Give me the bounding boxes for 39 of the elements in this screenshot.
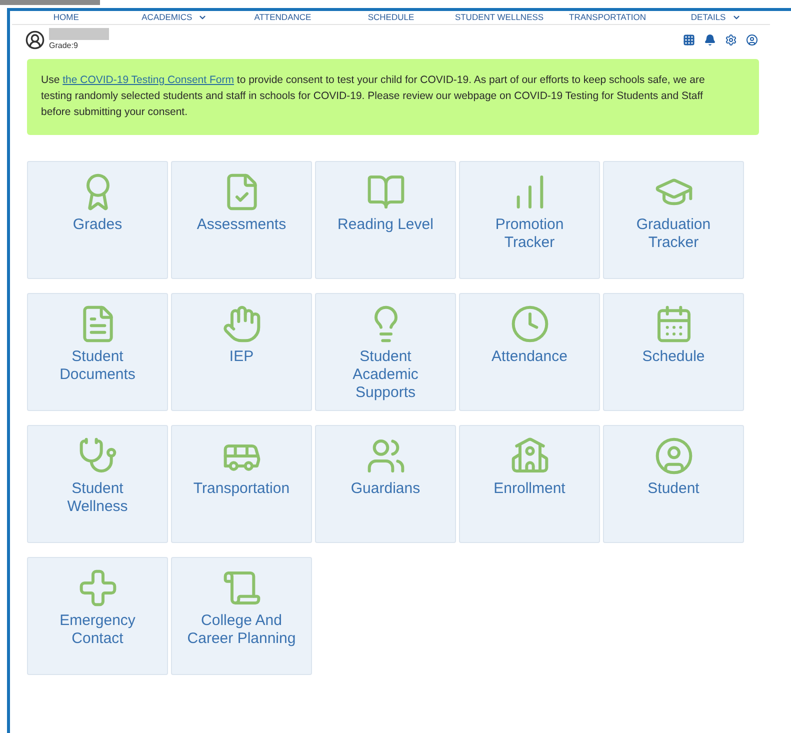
dashboard-tile[interactable]: Student Wellness <box>27 425 168 543</box>
nav-link[interactable]: STUDENT WELLNESS <box>454 11 544 24</box>
dashboard-tile[interactable]: Student Documents <box>27 293 168 411</box>
user-circle-icon <box>654 436 694 476</box>
nav-link[interactable]: TRANSPORTATION <box>569 11 646 24</box>
notice-text: Use the COVID-19 Testing Consent Form to provide consent to test your child for COVID-19. As part of our efforts to keep schools safe, we are testing randomly selected students and staff in schools for COVID-19. Please review our webpage on COVID-19 Testing for Students and Staff before submitting your consent. <box>41 73 706 120</box>
nav-dropdown[interactable]: DETAILS <box>690 11 741 24</box>
dashboard-tile[interactable]: Guardians <box>315 425 456 543</box>
dashboard-tile[interactable]: IEP <box>171 293 312 411</box>
dashboard-tile[interactable]: Transportation <box>171 425 312 543</box>
clock-icon <box>510 304 550 344</box>
caret-icon <box>732 13 741 22</box>
dashboard-tile[interactable]: Promotion Tracker <box>459 161 600 279</box>
dashboard-tile[interactable]: Student Academic Supports <box>315 293 456 411</box>
dashboard-tile[interactable]: Assessments <box>171 161 312 279</box>
dashboard-tile[interactable]: Schedule <box>603 293 744 411</box>
hand-icon <box>222 304 262 344</box>
dashboard-tile[interactable]: Student <box>603 425 744 543</box>
dashboard-tile[interactable]: Emergency Contact <box>27 557 168 675</box>
dashboard-tile[interactable]: Enrollment <box>459 425 600 543</box>
dashboard-tile[interactable]: Attendance <box>459 293 600 411</box>
consent-form-link[interactable]: the COVID-19 Testing Consent Form <box>62 74 234 86</box>
dashboard-tile[interactable]: Grades <box>27 161 168 279</box>
dashboard-tile[interactable]: Graduation Tracker <box>603 161 744 279</box>
settings-icon[interactable] <box>725 34 737 46</box>
nav-link[interactable]: ATTENDANCE <box>254 11 312 24</box>
nav-link[interactable]: HOME <box>53 11 79 24</box>
avatar-icon[interactable] <box>25 30 45 50</box>
nav-link[interactable]: SCHEDULE <box>368 11 414 24</box>
grade-label: Grade:9 <box>49 40 79 52</box>
nav-dropdown[interactable]: ACADEMICS <box>142 11 208 24</box>
medical-cross-icon <box>78 568 118 608</box>
apps-grid-icon[interactable] <box>683 34 695 46</box>
dashboard-tile[interactable]: Reading Level <box>315 161 456 279</box>
bell-icon[interactable] <box>704 34 716 46</box>
redacted-name <box>49 28 109 40</box>
account-icon[interactable] <box>746 34 758 46</box>
dashboard-tile[interactable]: College And Career Planning <box>171 557 312 675</box>
caret-icon <box>198 13 208 22</box>
